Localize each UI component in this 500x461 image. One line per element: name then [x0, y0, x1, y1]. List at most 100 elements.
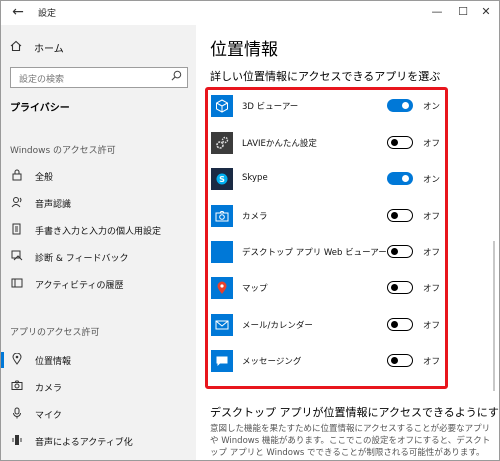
location-toggle[interactable]	[387, 245, 413, 258]
app-row-skype: S Skype オン	[211, 168, 446, 190]
toggle-knob	[402, 175, 409, 182]
desktop-apps-description: 意図した機能を果たすために位置情報にアクセスすることが必要なアプリや Windo…	[210, 424, 491, 458]
toggle-knob	[391, 211, 398, 219]
skype-icon: S	[211, 168, 233, 190]
maps-icon	[211, 277, 233, 299]
search-icon[interactable]	[171, 70, 182, 84]
voice-activation-icon	[10, 434, 24, 449]
toggle-state-label: オフ	[423, 284, 441, 294]
location-toggle[interactable]	[387, 209, 413, 222]
svg-text:S: S	[219, 175, 225, 184]
app-permissions-heading: アプリのアクセス許可	[10, 328, 100, 338]
gear-icon	[211, 132, 233, 154]
toggle-state-label: オン	[423, 102, 441, 112]
minimize-button[interactable]: —	[427, 3, 447, 21]
app-row-messaging: メッセージング オフ	[211, 350, 446, 372]
toggle-state-label: オフ	[423, 212, 441, 222]
app-name: マップ	[242, 284, 268, 294]
web-viewer-icon	[211, 241, 233, 263]
location-toggle[interactable]	[387, 281, 413, 294]
sidebar-item-speech[interactable]: 音声認識	[10, 195, 71, 211]
toggle-state-label: オフ	[423, 248, 441, 258]
app-row-mail-calendar: メール/カレンダー オフ	[211, 314, 446, 336]
toggle-knob	[402, 102, 409, 109]
close-button[interactable]: ✕	[476, 3, 496, 21]
app-row-maps: マップ オフ	[211, 277, 446, 299]
messaging-icon	[211, 350, 233, 372]
window-title: 設定	[38, 9, 57, 19]
camera-icon	[211, 205, 233, 227]
location-icon	[10, 352, 24, 368]
toggle-state-label: オフ	[423, 139, 441, 149]
sidebar-item-camera[interactable]: カメラ	[10, 379, 62, 395]
toggle-knob	[391, 320, 398, 328]
settings-window: ← 設定 — ☐ ✕ ホーム 設定の検索 プライバシー Windows のアクセ…	[0, 0, 500, 461]
sidebar-item-inking[interactable]: 手書き入力と入力の個人用設定	[10, 222, 161, 238]
sidebar: ホーム 設定の検索 プライバシー Windows のアクセス許可 全般 音声認識	[1, 25, 196, 460]
speech-icon	[10, 196, 24, 211]
cube-icon	[211, 95, 233, 117]
notepad-icon	[10, 223, 24, 238]
camera-icon	[10, 380, 24, 394]
microphone-icon	[10, 407, 24, 422]
sidebar-item-diagnostics[interactable]: 診断 & フィードバック	[10, 249, 129, 265]
app-row-web-viewer: デスクトップ アプリ Web ビューアー オフ	[211, 241, 446, 263]
sidebar-item-label: 手書き入力と入力の個人用設定	[35, 226, 162, 237]
home-nav-item[interactable]: ホーム	[10, 39, 64, 55]
toggle-state-label: オフ	[423, 321, 441, 331]
main-content: 位置情報 詳しい位置情報にアクセスできるアプリを選ぶ 3D ビューアー オン L…	[196, 25, 500, 460]
sidebar-item-microphone[interactable]: マイク	[10, 406, 62, 422]
location-toggle[interactable]	[387, 354, 413, 367]
back-arrow-icon[interactable]: ←	[8, 3, 28, 21]
history-icon	[10, 277, 24, 292]
windows-permissions-heading: Windows のアクセス許可	[10, 146, 116, 156]
scrollbar[interactable]	[493, 241, 495, 391]
sidebar-item-label: マイク	[35, 410, 62, 421]
app-name: カメラ	[242, 212, 268, 222]
toggle-knob	[391, 138, 398, 146]
sidebar-item-label: 位置情報	[35, 356, 72, 367]
toggle-state-label: オフ	[423, 357, 441, 367]
page-title: 位置情報	[210, 40, 278, 60]
mail-icon	[211, 314, 233, 336]
sidebar-item-location[interactable]: 位置情報	[1, 352, 72, 368]
toggle-knob	[391, 247, 398, 255]
search-input[interactable]: 設定の検索	[10, 67, 188, 88]
diagnostics-icon	[10, 250, 24, 265]
app-name: LAVIEかんたん設定	[242, 139, 317, 149]
app-row-lavie: LAVIEかんたん設定 オフ	[211, 132, 446, 154]
location-toggle[interactable]	[387, 318, 413, 331]
location-toggle[interactable]	[387, 99, 413, 112]
sidebar-item-label: カメラ	[35, 383, 63, 394]
desktop-apps-heading: デスクトップ アプリが位置情報にアクセスできるようにする	[210, 406, 500, 419]
sidebar-item-label: 音声認識	[35, 199, 72, 210]
app-name: デスクトップ アプリ Web ビューアー	[242, 248, 387, 258]
maximize-button[interactable]: ☐	[453, 3, 473, 21]
home-label: ホーム	[34, 43, 64, 55]
app-row-camera: カメラ オフ	[211, 205, 446, 227]
location-toggle[interactable]	[387, 172, 413, 185]
title-bar: ← 設定 — ☐ ✕	[1, 1, 499, 25]
sidebar-item-label: 全般	[35, 172, 54, 183]
app-row-3d-viewer: 3D ビューアー オン	[211, 95, 446, 117]
sidebar-item-general[interactable]: 全般	[10, 168, 53, 184]
home-icon	[10, 40, 24, 55]
toggle-knob	[391, 283, 398, 291]
active-marker	[1, 352, 4, 368]
app-name: メッセージング	[242, 357, 302, 367]
sidebar-item-label: 診断 & フィードバック	[35, 253, 129, 264]
section-subtitle: 詳しい位置情報にアクセスできるアプリを選ぶ	[210, 70, 441, 83]
toggle-knob	[391, 356, 398, 364]
app-name: 3D ビューアー	[242, 102, 299, 112]
sidebar-item-voice-activation[interactable]: 音声によるアクティブ化	[10, 433, 133, 449]
search-placeholder: 設定の検索	[19, 75, 65, 85]
sidebar-item-label: 音声によるアクティブ化	[35, 437, 133, 448]
location-toggle[interactable]	[387, 136, 413, 149]
lock-icon	[10, 169, 24, 184]
toggle-state-label: オン	[423, 175, 441, 185]
sidebar-item-activity-history[interactable]: アクティビティの履歴	[10, 276, 123, 292]
app-name: メール/カレンダー	[242, 321, 313, 331]
app-name: Skype	[242, 173, 268, 183]
category-title: プライバシー	[10, 103, 70, 114]
sidebar-item-label: アクティビティの履歴	[35, 280, 124, 291]
